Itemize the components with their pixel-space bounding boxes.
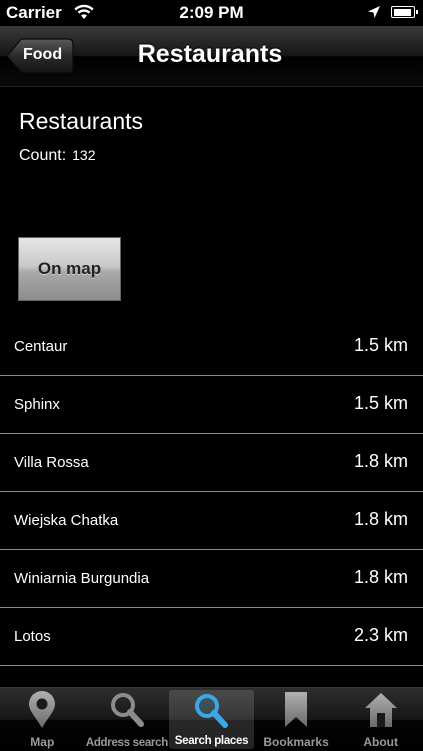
- restaurant-name: Villa Rossa: [14, 454, 89, 471]
- restaurant-list: Centaur 1.5 km Sphinx 1.5 km Villa Rossa…: [0, 318, 423, 666]
- category-title: Restaurants: [19, 108, 144, 134]
- list-item[interactable]: Sphinx 1.5 km: [0, 376, 423, 434]
- list-item[interactable]: Winiarnia Burgundia 1.8 km: [0, 550, 423, 608]
- tab-label: Bookmarks: [263, 735, 329, 749]
- restaurant-name: Lotos: [14, 628, 51, 645]
- list-item[interactable]: Centaur 1.5 km: [0, 318, 423, 376]
- tab-label: Search places: [174, 735, 249, 747]
- magnifier-icon: [109, 691, 145, 729]
- restaurant-distance: 1.8 km: [353, 451, 408, 471]
- tab-label: Address search: [85, 737, 168, 749]
- tab-address-search[interactable]: Address search: [85, 688, 170, 751]
- status-bar: Carrier 2:09 PM: [0, 0, 423, 26]
- count-value: 132: [72, 147, 96, 163]
- restaurant-distance: 2.3 km: [353, 625, 408, 645]
- tab-bar: Map Address search Search places Bookmar…: [0, 687, 423, 751]
- tab-label: About: [363, 735, 398, 749]
- tab-bookmarks[interactable]: Bookmarks: [254, 688, 339, 751]
- map-pin-icon: [27, 691, 57, 729]
- count-row: Count: 132: [19, 147, 96, 165]
- navigation-bar: Food Restaurants: [0, 26, 423, 87]
- restaurant-distance: 1.5 km: [353, 393, 408, 413]
- restaurant-name: Centaur: [14, 338, 68, 355]
- list-item[interactable]: Wiejska Chatka 1.8 km: [0, 492, 423, 550]
- restaurant-distance: 1.5 km: [353, 335, 408, 355]
- restaurant-name: Wiejska Chatka: [14, 512, 119, 529]
- list-item[interactable]: Villa Rossa 1.8 km: [0, 434, 423, 492]
- bookmark-icon: [283, 691, 309, 729]
- count-label: Count:: [19, 147, 67, 164]
- back-button[interactable]: Food: [6, 38, 74, 74]
- restaurant-name: Sphinx: [14, 396, 60, 413]
- on-map-button[interactable]: On map: [18, 237, 121, 301]
- tab-search-places[interactable]: Search places: [169, 690, 254, 749]
- magnifier-blue-icon: [193, 693, 229, 731]
- restaurant-distance: 1.8 km: [353, 567, 408, 587]
- battery-icon: [391, 6, 418, 18]
- tab-map[interactable]: Map: [0, 688, 85, 751]
- location-arrow-icon: [367, 5, 381, 24]
- tab-label: Map: [30, 735, 55, 749]
- home-icon: [363, 691, 399, 729]
- list-item[interactable]: Lotos 2.3 km: [0, 608, 423, 666]
- tab-about[interactable]: About: [338, 688, 423, 751]
- clock: 2:09 PM: [179, 3, 244, 22]
- page-title: Restaurants: [137, 40, 283, 68]
- back-button-label: Food: [23, 46, 63, 63]
- restaurant-name: Winiarnia Burgundia: [14, 570, 150, 587]
- restaurant-distance: 1.8 km: [353, 509, 408, 529]
